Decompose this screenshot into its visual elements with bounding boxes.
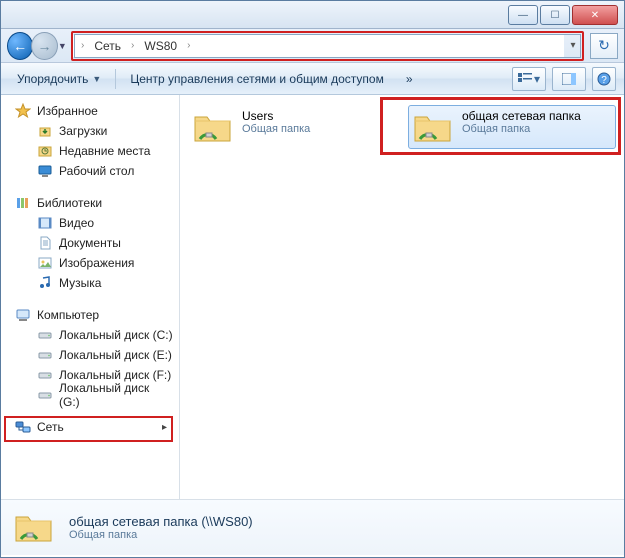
tree-label: Рабочий стол bbox=[59, 164, 134, 178]
document-icon bbox=[37, 235, 53, 251]
network-center-button[interactable]: Центр управления сетями и общим доступом bbox=[122, 68, 392, 90]
details-title: общая сетевая папка (\\WS80) bbox=[69, 514, 253, 529]
tree-label: Локальный диск (C:) bbox=[59, 328, 173, 342]
tree-label: Локальный диск (F:) bbox=[59, 368, 171, 382]
details-pane: общая сетевая папка (\\WS80) Общая папка bbox=[1, 499, 624, 555]
tree-label: Локальный диск (E:) bbox=[59, 348, 172, 362]
download-icon bbox=[37, 123, 53, 139]
tree-desktop[interactable]: Рабочий стол bbox=[1, 161, 179, 181]
music-icon bbox=[37, 275, 53, 291]
organize-button[interactable]: Упорядочить ▼ bbox=[9, 68, 109, 90]
image-icon bbox=[37, 255, 53, 271]
tree-group-computer: Компьютер Локальный диск (C:) Локальный … bbox=[1, 305, 179, 405]
item-text: общая сетевая папка Общая папка bbox=[462, 109, 581, 135]
tree-label: Видео bbox=[59, 216, 94, 230]
nav-history-buttons: ← → ▼ bbox=[7, 32, 67, 60]
tree-label: Библиотеки bbox=[37, 196, 102, 210]
navigation-bar: ← → ▼ › Сеть › WS80 › ▾ ↻ bbox=[1, 29, 624, 63]
breadcrumb-sep: › bbox=[185, 36, 192, 56]
history-dropdown[interactable]: ▼ bbox=[58, 33, 67, 59]
drive-icon bbox=[37, 367, 53, 383]
tree-label: Компьютер bbox=[37, 308, 99, 322]
drive-icon bbox=[37, 347, 53, 363]
tree-videos[interactable]: Видео bbox=[1, 213, 179, 233]
network-icon bbox=[15, 419, 31, 435]
help-button[interactable]: ? bbox=[592, 67, 616, 91]
chevron-down-icon: ▼ bbox=[92, 74, 101, 84]
tree-drive-e[interactable]: Локальный диск (E:) bbox=[1, 345, 179, 365]
drive-icon bbox=[37, 387, 53, 403]
forward-button[interactable]: → bbox=[31, 32, 57, 60]
details-text: общая сетевая папка (\\WS80) Общая папка bbox=[69, 514, 253, 541]
computer-icon bbox=[15, 307, 31, 323]
libraries-icon bbox=[15, 195, 31, 211]
tree-label: Недавние места bbox=[59, 144, 150, 158]
tree-libraries[interactable]: Библиотеки bbox=[1, 193, 179, 213]
toolbar-separator bbox=[115, 69, 116, 89]
item-subtitle: Общая папка bbox=[242, 123, 310, 135]
back-button[interactable]: ← bbox=[7, 32, 33, 60]
close-button[interactable]: ✕ bbox=[572, 5, 618, 25]
tree-label: Изображения bbox=[59, 256, 134, 270]
tree-group-favorites: Избранное Загрузки Недавние места Рабочи… bbox=[1, 101, 179, 181]
minimize-button[interactable]: — bbox=[508, 5, 538, 25]
folder-item-users[interactable]: Users Общая папка bbox=[188, 105, 396, 149]
tree-label: Загрузки bbox=[59, 124, 107, 138]
breadcrumb-sep: › bbox=[129, 36, 136, 56]
organize-label: Упорядочить bbox=[17, 72, 88, 86]
breadcrumb-root[interactable]: Сеть bbox=[88, 36, 127, 56]
recent-icon bbox=[37, 143, 53, 159]
shared-folder-icon bbox=[412, 109, 454, 145]
tree-label: Музыка bbox=[59, 276, 101, 290]
tree-music[interactable]: Музыка bbox=[1, 273, 179, 293]
tree-label: Сеть bbox=[37, 420, 64, 434]
star-icon bbox=[15, 103, 31, 119]
chevron-down-icon: ▾ bbox=[534, 72, 540, 86]
toolbar-overflow[interactable]: » bbox=[398, 68, 421, 90]
desktop-icon bbox=[37, 163, 53, 179]
tree-group-network: Сеть ▸ bbox=[1, 417, 179, 437]
tree-label: Локальный диск (G:) bbox=[59, 381, 173, 409]
breadcrumb-sep: › bbox=[79, 36, 86, 56]
tree-downloads[interactable]: Загрузки bbox=[1, 121, 179, 141]
video-icon bbox=[37, 215, 53, 231]
navigation-pane[interactable]: Избранное Загрузки Недавние места Рабочи… bbox=[1, 95, 180, 499]
item-subtitle: Общая папка bbox=[462, 123, 581, 135]
address-bar[interactable]: › Сеть › WS80 › ▾ bbox=[71, 31, 584, 61]
tree-documents[interactable]: Документы bbox=[1, 233, 179, 253]
explorer-window: — ☐ ✕ ← → ▼ › Сеть › WS80 › ▾ ↻ bbox=[0, 0, 625, 558]
items-view[interactable]: Users Общая папка общая сетевая папка Об… bbox=[180, 95, 624, 499]
breadcrumb-host[interactable]: WS80 bbox=[138, 36, 183, 56]
refresh-button[interactable]: ↻ bbox=[590, 33, 618, 59]
address-dropdown[interactable]: ▾ bbox=[564, 40, 582, 51]
shared-folder-icon bbox=[13, 509, 57, 547]
item-title: Users bbox=[242, 109, 310, 123]
tree-group-libraries: Библиотеки Видео Документы Изображения М… bbox=[1, 193, 179, 293]
item-title: общая сетевая папка bbox=[462, 109, 581, 123]
tree-pictures[interactable]: Изображения bbox=[1, 253, 179, 273]
maximize-button[interactable]: ☐ bbox=[540, 5, 570, 25]
view-options-button[interactable]: ▾ bbox=[512, 67, 546, 91]
tree-computer[interactable]: Компьютер bbox=[1, 305, 179, 325]
tree-recent[interactable]: Недавние места bbox=[1, 141, 179, 161]
tree-drive-g[interactable]: Локальный диск (G:) bbox=[1, 385, 179, 405]
tree-label: Документы bbox=[59, 236, 121, 250]
command-bar: Упорядочить ▼ Центр управления сетями и … bbox=[1, 63, 624, 95]
item-text: Users Общая папка bbox=[242, 109, 310, 135]
drive-icon bbox=[37, 327, 53, 343]
tree-favorites[interactable]: Избранное bbox=[1, 101, 179, 121]
details-subtitle: Общая папка bbox=[69, 529, 253, 541]
folder-item-shared[interactable]: общая сетевая папка Общая папка bbox=[408, 105, 616, 149]
chevron-right-icon: ▸ bbox=[162, 422, 167, 433]
tree-label: Избранное bbox=[37, 104, 98, 118]
tree-network[interactable]: Сеть ▸ bbox=[1, 417, 179, 437]
body-split: Избранное Загрузки Недавние места Рабочи… bbox=[1, 95, 624, 499]
svg-text:?: ? bbox=[601, 75, 607, 86]
tree-drive-c[interactable]: Локальный диск (C:) bbox=[1, 325, 179, 345]
address-field[interactable]: › Сеть › WS80 › bbox=[73, 35, 564, 57]
shared-folder-icon bbox=[192, 109, 234, 145]
preview-pane-button[interactable] bbox=[552, 67, 586, 91]
title-bar: — ☐ ✕ bbox=[1, 1, 624, 29]
